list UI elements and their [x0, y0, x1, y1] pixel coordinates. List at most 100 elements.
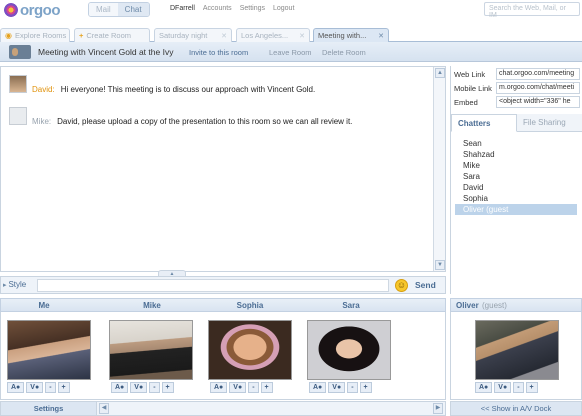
style-button[interactable]: Style — [3, 280, 26, 289]
list-item-selected[interactable]: Oliver (guest — [455, 204, 577, 215]
guest-name: Oliver — [456, 301, 479, 310]
tab-chatters[interactable]: Chatters — [451, 114, 517, 132]
video-name: Me — [38, 301, 50, 310]
chat-log[interactable]: David: Hi everyone! This meeting is to d… — [0, 66, 446, 272]
video-feed-oliver[interactable] — [475, 320, 559, 380]
embed-row: Embed <object width="336" he — [454, 96, 580, 108]
list-item[interactable]: Sara — [455, 171, 577, 182]
video-controls: A● V● - + — [210, 382, 273, 393]
mail-tab[interactable]: Mail — [89, 3, 118, 16]
user-links: DFarrell Accounts Settings Logout — [170, 5, 294, 12]
volume-down-button[interactable]: - — [45, 382, 56, 393]
tab-label: Create Room — [86, 31, 131, 40]
tab-explore-rooms[interactable]: ◉ Explore Rooms — [0, 28, 70, 42]
volume-up-button[interactable]: + — [161, 382, 174, 393]
username[interactable]: DFarrell — [170, 5, 195, 12]
tab-meeting-with[interactable]: Meeting with... ✕ — [313, 28, 389, 42]
volume-up-button[interactable]: + — [260, 382, 273, 393]
logout-link[interactable]: Logout — [273, 5, 294, 12]
chat-message: Mike: David, please upload a copy of the… — [9, 107, 352, 126]
scroll-up-icon[interactable]: ▲ — [435, 68, 445, 78]
tab-create-room[interactable]: + Create Room — [74, 28, 150, 42]
list-item[interactable]: Shahzad — [455, 149, 577, 160]
invite-button[interactable]: Invite to this room — [189, 48, 248, 57]
smiley-icon[interactable]: ☺ — [395, 279, 408, 292]
web-link-row: Web Link chat.orgoo.com/meeting — [454, 68, 580, 80]
chat-tab[interactable]: Chat — [117, 3, 149, 16]
flower-logo-icon — [4, 3, 18, 17]
av-dock-header: Me Mike Sophia Sara — [0, 298, 446, 312]
volume-up-button[interactable]: + — [57, 382, 70, 393]
tab-file-sharing[interactable]: File Sharing — [517, 114, 582, 132]
video-feed-mike[interactable] — [109, 320, 193, 380]
orgoo-logo[interactable]: orgoo — [4, 2, 61, 19]
web-link-label: Web Link — [454, 69, 486, 79]
accounts-link[interactable]: Accounts — [203, 5, 232, 12]
video-feed-sophia[interactable] — [208, 320, 292, 380]
embed-label: Embed — [454, 97, 478, 107]
top-bar: orgoo Mail Chat DFarrell Accounts Settin… — [0, 0, 582, 20]
search-input[interactable]: Search the Web, Mail, or IM — [484, 2, 580, 19]
video-toggle[interactable]: V● — [229, 382, 247, 393]
leave-room-button[interactable]: Leave Room — [269, 48, 312, 57]
close-icon[interactable]: ✕ — [221, 32, 227, 40]
close-icon[interactable]: ✕ — [299, 32, 305, 40]
video-toggle[interactable]: V● — [494, 382, 512, 393]
app-switcher: Mail Chat — [88, 2, 150, 17]
audio-toggle[interactable]: A● — [7, 382, 25, 393]
list-item[interactable]: David — [455, 182, 577, 193]
show-in-dock-button[interactable]: << Show in A/V Dock — [450, 401, 582, 416]
send-button[interactable]: Send — [415, 280, 436, 290]
volume-down-button[interactable]: - — [149, 382, 160, 393]
volume-down-button[interactable]: - — [513, 382, 524, 393]
volume-up-button[interactable]: + — [359, 382, 372, 393]
settings-link[interactable]: Settings — [240, 5, 265, 12]
video-toggle[interactable]: V● — [130, 382, 148, 393]
video-toggle[interactable]: V● — [328, 382, 346, 393]
av-dock: A● V● - + A● V● - + A● V● - + A● V● - + — [0, 312, 446, 400]
guest-video-panel: A● V● - + — [450, 312, 582, 400]
volume-down-button[interactable]: - — [347, 382, 358, 393]
room-info-panel: Web Link chat.orgoo.com/meeting Mobile L… — [450, 66, 582, 294]
message-input[interactable] — [37, 279, 389, 292]
avatar — [9, 107, 27, 125]
speaker-name: Mike: — [32, 117, 52, 126]
message-text: Hi everyone! This meeting is to discuss … — [60, 85, 316, 94]
chat-scrollbar[interactable]: ▲ ▼ — [433, 67, 445, 271]
close-icon[interactable]: ✕ — [378, 32, 384, 40]
web-link-field[interactable]: chat.orgoo.com/meeting — [496, 68, 580, 80]
video-feed-me[interactable] — [7, 320, 91, 380]
audio-toggle[interactable]: A● — [210, 382, 228, 393]
video-name: Sara — [342, 301, 360, 310]
av-settings-button[interactable]: Settings — [1, 402, 97, 415]
list-item[interactable]: Mike — [455, 160, 577, 171]
plus-icon: + — [79, 31, 84, 40]
guest-label: (guest) — [482, 301, 507, 310]
audio-toggle[interactable]: A● — [309, 382, 327, 393]
mobile-link-label: Mobile Link — [454, 83, 492, 93]
room-title: Meeting with Vincent Gold at the Ivy — [38, 47, 174, 57]
tab-label: Los Angeles... — [241, 31, 289, 40]
scroll-right-icon[interactable]: ▶ — [433, 403, 443, 414]
scroll-down-icon[interactable]: ▼ — [435, 260, 445, 270]
volume-down-button[interactable]: - — [248, 382, 259, 393]
list-item[interactable]: Sophia — [455, 193, 577, 204]
av-dock-footer: Settings ◀ ▶ — [0, 401, 446, 416]
video-feed-sara[interactable] — [307, 320, 391, 380]
avatar — [9, 75, 27, 93]
video-name: Mike — [143, 301, 161, 310]
volume-up-button[interactable]: + — [525, 382, 538, 393]
delete-room-button[interactable]: Delete Room — [322, 48, 366, 57]
tab-saturday-night[interactable]: Saturday night ✕ — [154, 28, 232, 42]
video-controls: A● V● - + — [7, 382, 70, 393]
scroll-left-icon[interactable]: ◀ — [99, 403, 109, 414]
tab-los-angeles[interactable]: Los Angeles... ✕ — [236, 28, 310, 42]
mobile-link-field[interactable]: m.orgoo.com/chat/meeti — [496, 82, 580, 94]
video-toggle[interactable]: V● — [26, 382, 44, 393]
panel-tabs: Chatters File Sharing — [451, 114, 582, 132]
video-controls: A● V● - + — [111, 382, 174, 393]
audio-toggle[interactable]: A● — [475, 382, 493, 393]
audio-toggle[interactable]: A● — [111, 382, 129, 393]
list-item[interactable]: Sean — [455, 138, 577, 149]
embed-field[interactable]: <object width="336" he — [496, 96, 580, 108]
